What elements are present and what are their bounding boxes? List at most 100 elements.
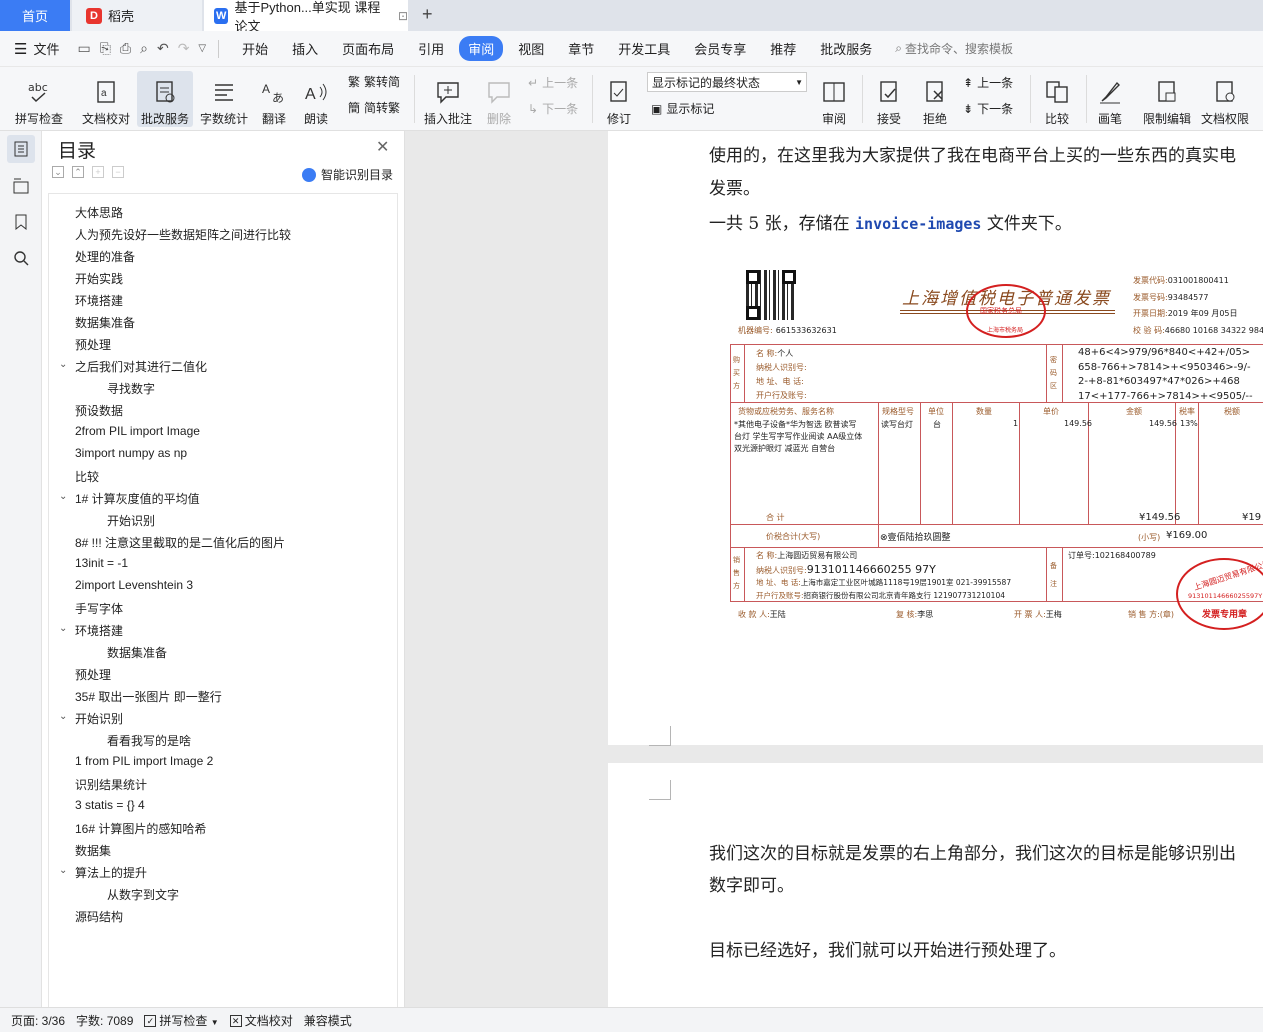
toc-item[interactable]: 数据集准备 (75, 314, 135, 331)
close-icon[interactable]: ✕ (376, 137, 389, 157)
toc-item[interactable]: 开始识别 (107, 512, 155, 529)
toc-item[interactable]: 预设数据 (75, 402, 123, 419)
delete-comment-button[interactable]: 删除 (480, 71, 518, 127)
read-aloud-button[interactable]: A 朗读 (298, 71, 334, 127)
menu-tab[interactable]: 会员专享 (685, 36, 755, 61)
menu-tab[interactable]: 推荐 (761, 36, 805, 61)
doc-proof-button[interactable]: a 文档校对 (78, 71, 134, 127)
tab-daoke[interactable]: D 稻壳 (72, 0, 202, 31)
smart-toc-button[interactable]: 智能识别目录 (302, 166, 393, 183)
toc-item[interactable]: 人为预先设好一些数据矩阵之间进行比较 (75, 226, 291, 243)
toc-item[interactable]: 处理的准备 (75, 248, 135, 265)
menu-tab[interactable]: 插入 (283, 36, 327, 61)
toc-item[interactable]: 数据集 (75, 842, 111, 859)
toc-item[interactable]: 1# 计算灰度值的平均值 (75, 490, 200, 507)
toc-item[interactable]: 源码结构 (75, 908, 123, 925)
compare-button[interactable]: 比较 (1037, 71, 1077, 127)
toc-item[interactable]: 35# 取出一张图片 即一整行 (75, 688, 222, 705)
toc-item[interactable]: 寻找数字 (107, 380, 155, 397)
chapter-nav-icon[interactable] (10, 175, 32, 197)
prev-change-button[interactable]: ⇞ 上一条 (963, 74, 1013, 91)
toc-item[interactable]: 16# 计算图片的感知哈希 (75, 820, 206, 837)
toc-item[interactable]: 环境搭建 (75, 292, 123, 309)
prev-comment-button[interactable]: ↵ 上一条 (528, 74, 578, 91)
file-menu[interactable]: ☰ 文件 (14, 39, 59, 58)
print-icon[interactable]: ⎙ (120, 40, 131, 57)
toc-item[interactable]: 13init = -1 (75, 556, 128, 570)
menu-tab[interactable]: 视图 (509, 36, 553, 61)
toc-item[interactable]: 8# !!! 注意这里截取的是二值化后的图片 (75, 534, 285, 551)
toc-item[interactable]: 2from PIL import Image (75, 424, 200, 438)
doc-proof-toggle[interactable]: ✕ 文档校对 (229, 1012, 293, 1029)
toc-item[interactable]: 大体思路 (75, 204, 123, 221)
menu-tab[interactable]: 批改服务 (811, 36, 881, 61)
menu-tab[interactable]: 开始 (233, 36, 277, 61)
toc-item[interactable]: 从数字到文字 (107, 886, 179, 903)
word-count-indicator[interactable]: 字数: 7089 (76, 1012, 133, 1029)
doc-permission-button[interactable]: 文档权限 (1198, 71, 1252, 127)
bookmark-icon[interactable] (10, 211, 32, 233)
next-change-button[interactable]: ⇟ 下一条 (963, 100, 1013, 117)
next-comment-button[interactable]: ↳ 下一条 (528, 100, 578, 117)
redo-icon[interactable]: ↷ (178, 40, 190, 57)
toc-item[interactable]: 预处理 (75, 666, 111, 683)
toc-item[interactable]: 算法上的提升 (75, 864, 147, 881)
menu-tab[interactable]: 页面布局 (333, 36, 403, 61)
word-count-button[interactable]: 字数统计 (196, 71, 252, 127)
export-icon[interactable]: ⎘ (100, 40, 111, 57)
chevron-down-icon[interactable]: ⌄ (59, 865, 67, 876)
expand-icon[interactable]: ⌃ (72, 166, 84, 178)
toc-item[interactable]: 1 from PIL import Image 2 (75, 754, 213, 768)
reject-button[interactable]: 拒绝 (916, 71, 954, 127)
correction-service-button[interactable]: 批改服务 (137, 71, 193, 127)
toc-item[interactable]: 环境搭建 (75, 622, 123, 639)
revision-button[interactable]: 修订 (600, 71, 638, 127)
toc-item[interactable]: 2import Levenshtein 3 (75, 578, 193, 592)
collapse-icon[interactable]: ⌄ (52, 166, 64, 178)
page-indicator[interactable]: 页面: 3/36 (11, 1012, 65, 1029)
toc-item[interactable]: 预处理 (75, 336, 111, 353)
tab-document[interactable]: W 基于Python...单实现 课程论文 ⊡ (204, 0, 408, 34)
chevron-down-icon[interactable]: ⌄ (59, 491, 67, 502)
toc-item[interactable]: 手写字体 (75, 600, 123, 617)
review-pane-button[interactable]: 审阅 (815, 71, 853, 127)
spellcheck-toggle[interactable]: ✓ 拼写检查 ▼ (144, 1012, 219, 1029)
customize-icon[interactable]: ▽ (198, 43, 206, 54)
toc-item[interactable]: 识别结果统计 (75, 776, 147, 793)
chevron-down-icon[interactable]: ⌄ (59, 623, 67, 634)
print-preview-icon[interactable]: ⌕ (140, 40, 148, 57)
trad-to-simp-button[interactable]: 繁繁转简 (348, 73, 400, 90)
simp-to-trad-button[interactable]: 簡简转繁 (348, 99, 400, 116)
toc-item[interactable]: 看看我写的是啥 (107, 732, 191, 749)
accept-button[interactable]: 接受 (870, 71, 908, 127)
find-icon[interactable] (10, 247, 32, 269)
save-icon[interactable]: ▭ (77, 40, 90, 57)
toc-item[interactable]: 3 statis = {} 4 (75, 798, 145, 812)
menu-tab[interactable]: 章节 (559, 36, 603, 61)
toc-item[interactable]: 3import numpy as np (75, 446, 187, 460)
tab-home[interactable]: 首页 (0, 0, 70, 31)
toc-item[interactable]: 之后我们对其进行二值化 (75, 358, 207, 375)
undo-icon[interactable]: ↶ (157, 40, 169, 57)
markup-mode-select[interactable]: 显示标记的最终状态 ▼ (647, 72, 807, 92)
chevron-down-icon[interactable]: ⌄ (59, 359, 67, 370)
chevron-down-icon[interactable]: ⌄ (59, 711, 67, 722)
menu-tab[interactable]: 引用 (409, 36, 453, 61)
toc-panel-icon[interactable] (7, 135, 35, 163)
toc-item[interactable]: 比较 (75, 468, 99, 485)
toc-item[interactable]: 开始实践 (75, 270, 123, 287)
new-tab-icon[interactable]: + (422, 4, 433, 25)
remove-heading-icon[interactable]: − (112, 166, 124, 178)
toc-item[interactable]: 开始识别 (75, 710, 123, 727)
toc-item[interactable]: 数据集准备 (107, 644, 167, 661)
spellcheck-button[interactable]: abc 拼写检查 (8, 71, 70, 127)
insert-comment-button[interactable]: 插入批注 (422, 71, 474, 127)
command-search[interactable]: ⌕ 查找命令、搜索模板 (895, 40, 1013, 57)
menu-tab[interactable]: 开发工具 (609, 36, 679, 61)
add-heading-icon[interactable]: + (92, 166, 104, 178)
brush-button[interactable]: 画笔 (1092, 71, 1128, 127)
translate-button[interactable]: Aあ 翻译 (254, 71, 294, 127)
tab-pin-icon[interactable]: ⊡ (398, 9, 408, 23)
show-markup-button[interactable]: ▣ 显示标记 (651, 100, 714, 117)
menu-tab[interactable]: 审阅 (459, 36, 504, 61)
